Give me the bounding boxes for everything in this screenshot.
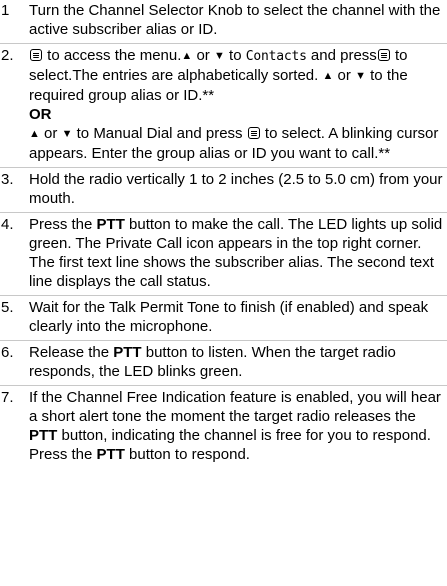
step-3: 3. Hold the radio vertically 1 to 2 inch… bbox=[0, 168, 447, 213]
menu-ok-button-icon bbox=[30, 49, 42, 61]
step-number: 7. bbox=[1, 389, 14, 406]
step-7: 7. If the Channel Free Indication featur… bbox=[0, 386, 447, 468]
up-arrow-icon: ▲ bbox=[29, 128, 40, 140]
menu-ok-button-icon bbox=[377, 49, 390, 61]
step-text: If the Channel Free Indication feature i… bbox=[29, 389, 441, 463]
step-number: 3. bbox=[1, 171, 14, 188]
menu-item-contacts: Contacts bbox=[245, 49, 307, 64]
step-1: 1 Turn the Channel Selector Knob to sele… bbox=[0, 0, 447, 44]
step-number: 6. bbox=[1, 344, 14, 361]
procedure-steps: 1 Turn the Channel Selector Knob to sele… bbox=[0, 0, 447, 468]
step-2: 2. to access the menu.▲ or ▼ to Contacts… bbox=[0, 44, 447, 168]
ptt-label: PTT bbox=[29, 427, 58, 444]
step-text: Hold the radio vertically 1 to 2 inches … bbox=[29, 171, 443, 207]
step-text: Press the PTT button to make the call. T… bbox=[29, 216, 443, 290]
step-text: to access the menu.▲ or ▼ to Contacts an… bbox=[29, 47, 439, 162]
step-text: Release the PTT button to listen. When t… bbox=[29, 344, 396, 380]
step-6: 6. Release the PTT button to listen. Whe… bbox=[0, 341, 447, 386]
step-text: Wait for the Talk Permit Tone to finish … bbox=[29, 299, 429, 335]
step-number: 2. bbox=[1, 47, 14, 64]
up-arrow-icon: ▲ bbox=[322, 70, 334, 82]
step-number: 5. bbox=[1, 299, 14, 316]
step-number: 1 bbox=[1, 2, 10, 19]
step-number: 4. bbox=[1, 216, 14, 233]
step-4: 4. Press the PTT button to make the call… bbox=[0, 213, 447, 296]
step-5: 5. Wait for the Talk Permit Tone to fini… bbox=[0, 296, 447, 341]
down-arrow-icon: ▼ bbox=[61, 128, 73, 140]
step-text: Turn the Channel Selector Knob to select… bbox=[29, 2, 441, 38]
down-arrow-icon: ▼ bbox=[213, 50, 225, 62]
menu-ok-button-icon bbox=[247, 127, 260, 139]
up-arrow-icon: ▲ bbox=[181, 50, 193, 62]
down-arrow-icon: ▼ bbox=[355, 70, 366, 82]
ptt-label: PTT bbox=[96, 446, 125, 463]
ptt-label: PTT bbox=[113, 344, 142, 361]
or-separator: OR bbox=[29, 106, 52, 123]
ptt-label: PTT bbox=[96, 216, 125, 233]
